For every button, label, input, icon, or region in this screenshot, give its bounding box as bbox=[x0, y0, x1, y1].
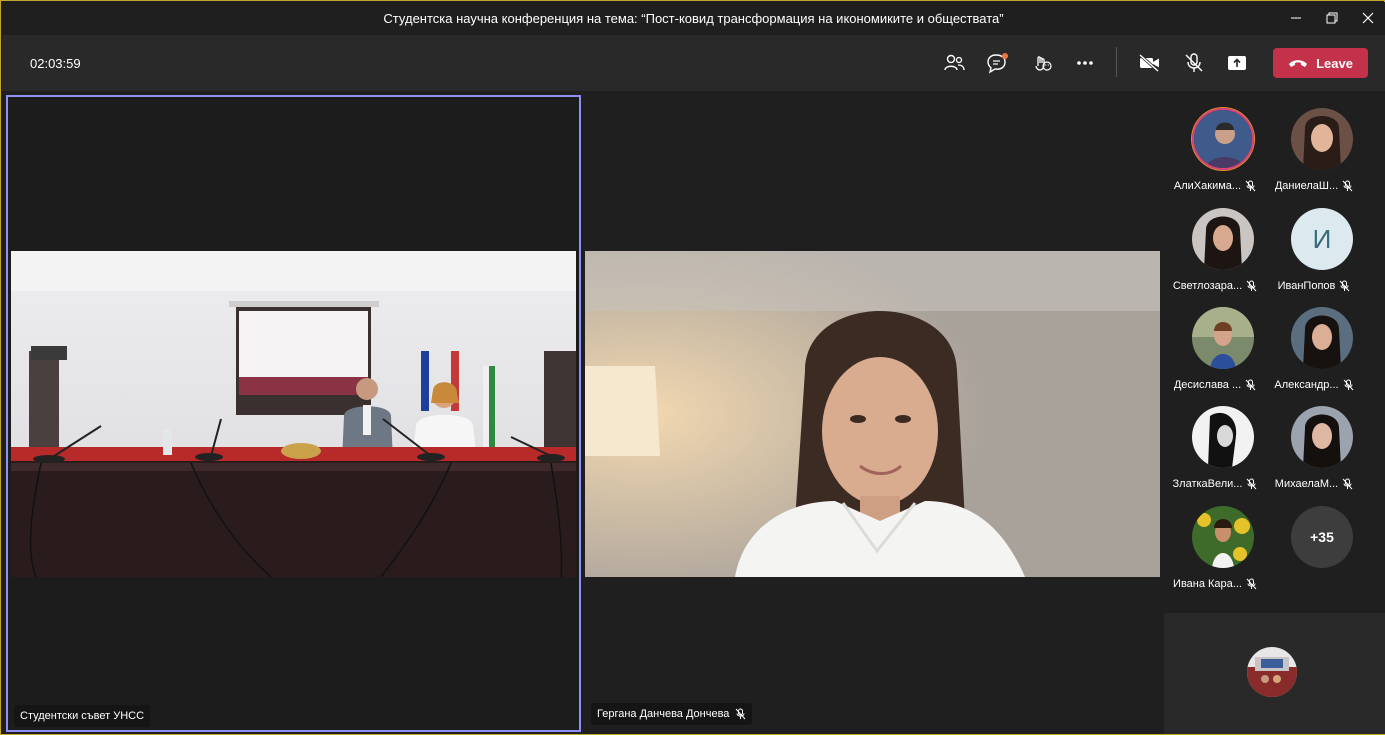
participant-tile[interactable]: Десислава ... bbox=[1165, 292, 1265, 392]
participant-name: Александр... bbox=[1274, 379, 1339, 391]
participant-tile[interactable]: ДаниелаШ... bbox=[1264, 93, 1364, 193]
participant-name: Студентски съвет УНСС bbox=[20, 710, 145, 722]
mic-off-icon bbox=[1245, 180, 1256, 192]
reactions-icon[interactable] bbox=[1027, 49, 1057, 77]
participant-name: ИванПопов bbox=[1277, 280, 1336, 292]
tile-name-tag: Студентски съвет УНСС bbox=[14, 705, 151, 727]
participant-tile[interactable]: Александр... bbox=[1264, 292, 1364, 392]
toolbar-divider bbox=[1116, 47, 1117, 77]
speaker-video bbox=[585, 251, 1160, 577]
close-icon[interactable] bbox=[1354, 6, 1382, 30]
call-timer: 02:03:59 bbox=[30, 56, 81, 71]
participant-name: Светлозара... bbox=[1172, 280, 1243, 292]
participant-tile[interactable]: Ивана Кара... bbox=[1165, 491, 1265, 591]
participant-name-row: АлиХакима... bbox=[1165, 180, 1265, 192]
avatar bbox=[1291, 108, 1353, 170]
participant-name-row: Светлозара... bbox=[1165, 280, 1265, 292]
avatar bbox=[1192, 307, 1254, 369]
overflow-count[interactable]: +35 bbox=[1291, 506, 1353, 568]
participant-name: АлиХакима... bbox=[1173, 180, 1242, 192]
app-window: Студентска научна конференция на тема: “… bbox=[0, 0, 1385, 735]
participant-name: Десислава ... bbox=[1173, 379, 1242, 391]
participant-name: ДаниелаШ... bbox=[1274, 180, 1339, 192]
participant-tile[interactable]: И ИванПопов bbox=[1264, 193, 1364, 293]
participant-name-row: МихаелаМ... bbox=[1264, 478, 1364, 490]
participant-name-row: ИванПопов bbox=[1264, 280, 1364, 292]
mic-off-icon bbox=[1342, 478, 1353, 490]
participant-tile[interactable]: АлиХакима... bbox=[1165, 93, 1265, 193]
participant-tile[interactable]: МихаелаМ... bbox=[1264, 391, 1364, 491]
self-avatar bbox=[1247, 647, 1297, 697]
video-stage: Студентски съвет УНСС Гергана Данчева До… bbox=[2, 91, 1164, 734]
avatar bbox=[1291, 406, 1353, 468]
video-tile-studentski-savet[interactable]: Студентски съвет УНСС bbox=[6, 95, 581, 732]
restore-icon[interactable] bbox=[1318, 6, 1346, 30]
mic-off-icon bbox=[1245, 379, 1256, 391]
title-bar: Студентска научна конференция на тема: “… bbox=[2, 2, 1385, 35]
mic-off-icon bbox=[1246, 280, 1257, 292]
people-icon[interactable] bbox=[939, 49, 969, 77]
conference-room-video bbox=[11, 251, 576, 577]
participant-name-row: Десислава ... bbox=[1165, 379, 1265, 391]
avatar bbox=[1192, 506, 1254, 568]
participant-name: Ивана Кара... bbox=[1173, 578, 1242, 590]
participant-tile[interactable]: Светлозара... bbox=[1165, 193, 1265, 293]
minimize-icon[interactable] bbox=[1282, 6, 1310, 30]
participant-tile[interactable]: ЗлаткаВели... bbox=[1165, 391, 1265, 491]
participant-name: МихаелаМ... bbox=[1274, 478, 1339, 490]
leave-label: Leave bbox=[1316, 55, 1353, 71]
mic-off-icon bbox=[1247, 478, 1257, 490]
tile-name-tag: Гергана Данчева Дончева bbox=[591, 703, 753, 725]
video-tile-gergana-dancheva[interactable]: Гергана Данчева Дончева bbox=[585, 95, 1163, 732]
participant-name-row: ЗлаткаВели... bbox=[1165, 478, 1265, 490]
participant-name: ЗлаткаВели... bbox=[1172, 478, 1243, 490]
avatar bbox=[1192, 406, 1254, 468]
avatar-initials: И bbox=[1291, 208, 1353, 270]
more-icon[interactable] bbox=[1070, 49, 1100, 77]
avatar-initial: И bbox=[1312, 223, 1332, 254]
mic-off-icon bbox=[1343, 379, 1353, 391]
camera-off-icon[interactable] bbox=[1135, 49, 1165, 77]
leave-button[interactable]: Leave bbox=[1273, 48, 1368, 78]
participant-name-row: Ивана Кара... bbox=[1165, 578, 1265, 590]
participant-name-row: Александр... bbox=[1264, 379, 1364, 391]
mic-off-icon bbox=[736, 708, 746, 720]
self-view[interactable] bbox=[1164, 613, 1385, 734]
mic-off-icon bbox=[1342, 180, 1353, 192]
more-participants-tile[interactable]: +35 bbox=[1264, 491, 1364, 591]
avatar bbox=[1192, 208, 1254, 270]
mic-off-icon bbox=[1246, 578, 1257, 590]
chat-icon[interactable] bbox=[983, 49, 1013, 77]
mic-off-icon[interactable] bbox=[1179, 49, 1209, 77]
participant-name-row: ДаниелаШ... bbox=[1264, 180, 1364, 192]
avatar bbox=[1291, 307, 1353, 369]
hang-up-icon bbox=[1289, 60, 1308, 67]
share-screen-icon[interactable] bbox=[1222, 49, 1252, 77]
participant-name: Гергана Данчева Дончева bbox=[597, 708, 730, 720]
call-toolbar: 02:03:59 Leave bbox=[2, 35, 1385, 91]
avatar bbox=[1192, 108, 1254, 170]
window-title: Студентска научна конференция на тема: “… bbox=[383, 11, 1004, 26]
mic-off-icon bbox=[1340, 280, 1350, 292]
participants-gallery: АлиХакима... ДаниелаШ... Светлозара... И… bbox=[1164, 91, 1385, 734]
